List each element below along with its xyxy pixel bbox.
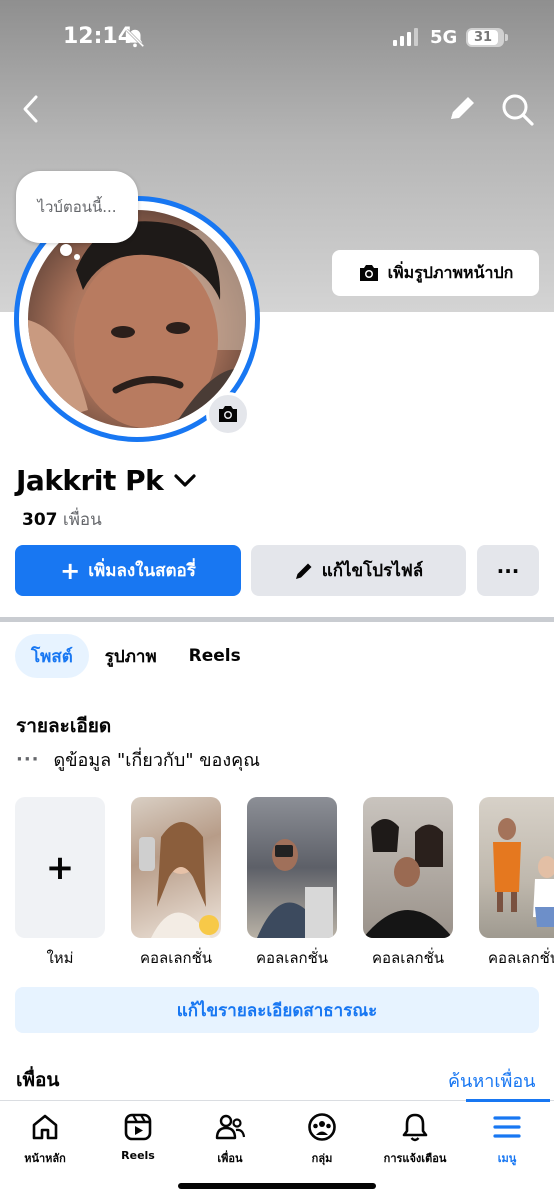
section-divider <box>0 617 554 622</box>
find-friends-link[interactable]: ค้นหาเพื่อน <box>448 1066 535 1095</box>
nav-home[interactable]: หน้าหลัก <box>0 1111 90 1167</box>
friends-count[interactable]: 307 เพื่อน <box>22 506 102 533</box>
nav-menu-label: เมนู <box>497 1152 517 1165</box>
pencil-icon <box>295 563 312 579</box>
camera-icon <box>359 265 378 281</box>
home-icon <box>32 1114 58 1140</box>
tab-photos[interactable]: รูปภาพ <box>89 634 173 678</box>
pencil-icon <box>451 97 474 119</box>
thought-bubble[interactable]: ไวบ์ตอนนี้... <box>16 171 138 243</box>
collection-thumbnail[interactable] <box>247 797 337 938</box>
nav-reels[interactable]: Reels <box>93 1111 183 1162</box>
battery-level: 31 <box>468 30 498 45</box>
collection-label: คอลเลกชั่น <box>371 949 445 967</box>
add-cover-photo-button[interactable]: เพิ่มรูปภาพหน้าปก <box>332 250 539 296</box>
friends-number: 307 <box>22 510 58 530</box>
nav-menu[interactable]: เมนู <box>462 1111 552 1167</box>
collection-thumbnail[interactable] <box>363 797 453 938</box>
nav-reels-label: Reels <box>121 1149 155 1162</box>
camera-icon <box>219 406 237 422</box>
search-button[interactable] <box>500 92 536 128</box>
friends-icon <box>215 1114 246 1140</box>
nav-friends[interactable]: เพื่อน <box>185 1111 275 1167</box>
chevron-down-icon[interactable] <box>173 473 197 489</box>
thought-bubble-dot <box>74 254 80 260</box>
about-info-text: ดูข้อมูล "เกี่ยวกับ" ของคุณ <box>53 750 260 771</box>
edit-profile-button[interactable]: แก้ไขโปรไฟล์ <box>251 545 466 596</box>
details-title: รายละเอียด <box>16 715 112 737</box>
new-collection-label: ใหม่ <box>46 949 74 967</box>
nav-groups-label: กลุ่ม <box>311 1152 333 1165</box>
new-collection-card[interactable]: + <box>15 797 105 938</box>
add-story-label: เพิ่มลงในสตอรี่ <box>88 561 196 581</box>
edit-profile-label: แก้ไขโปรไฟล์ <box>321 561 424 581</box>
collection-item[interactable]: คอลเลกชั่น <box>479 797 554 970</box>
featured-collections: + ใหม่ คอลเลกชั่น คอลเลกชั่น คอลเลกชั่น … <box>15 797 554 972</box>
tab-reels[interactable]: Reels <box>173 634 257 678</box>
nav-home-label: หน้าหลัก <box>24 1152 66 1165</box>
collection-thumbnail[interactable] <box>131 797 221 938</box>
menu-icon <box>493 1116 521 1138</box>
profile-tabs: โพสต์ รูปภาพ Reels <box>15 634 257 678</box>
collection-thumbnail[interactable] <box>479 797 554 938</box>
profile-name-row[interactable]: Jakkrit Pk <box>16 464 197 497</box>
thought-bubble-dot <box>60 244 72 256</box>
tab-posts[interactable]: โพสต์ <box>15 634 89 678</box>
bell-slash-icon <box>124 27 146 53</box>
nav-groups[interactable]: กลุ่ม <box>277 1111 367 1167</box>
cellular-signal-icon <box>393 28 418 46</box>
collection-label: คอลเลกชั่น <box>487 949 554 967</box>
collection-label: คอลเลกชั่น <box>255 949 329 967</box>
profile-name: Jakkrit Pk <box>16 464 164 497</box>
nav-friends-label: เพื่อน <box>217 1152 243 1165</box>
about-info-row[interactable]: ··· ดูข้อมูล "เกี่ยวกับ" ของคุณ <box>16 745 260 774</box>
chevron-left-icon <box>23 95 38 123</box>
add-story-button[interactable]: + เพิ่มลงในสตอรี่ <box>15 545 241 596</box>
bell-icon <box>402 1113 428 1142</box>
nav-notifications-label: การแจ้งเตือน <box>383 1152 447 1165</box>
home-indicator[interactable] <box>178 1183 376 1189</box>
more-options-button[interactable]: ··· <box>477 545 539 596</box>
search-icon <box>502 94 534 126</box>
collection-label: คอลเลกชั่น <box>139 949 213 967</box>
collection-item[interactable]: คอลเลกชั่น <box>247 797 337 970</box>
new-collection-item[interactable]: + ใหม่ <box>15 797 105 970</box>
plus-icon: + <box>45 847 75 888</box>
status-bar: 12:14 5G 31 <box>0 0 554 76</box>
battery-icon: 31 <box>466 28 508 47</box>
groups-icon <box>308 1113 336 1141</box>
network-type: 5G <box>430 27 458 48</box>
back-button[interactable] <box>18 92 48 126</box>
friends-word: เพื่อน <box>62 510 102 530</box>
collection-item[interactable]: คอลเลกชั่น <box>131 797 221 970</box>
plus-icon: + <box>60 556 81 585</box>
edit-public-details-button[interactable]: แก้ไขรายละเอียดสาธารณะ <box>15 987 539 1033</box>
more-dots-icon: ··· <box>16 749 40 770</box>
reels-icon <box>124 1113 152 1141</box>
status-time: 12:14 <box>63 24 134 49</box>
friends-section-title: เพื่อน <box>16 1069 60 1091</box>
active-tab-indicator <box>466 1099 550 1102</box>
collection-item[interactable]: คอลเลกชั่น <box>363 797 453 970</box>
add-cover-label: เพิ่มรูปภาพหน้าปก <box>387 262 514 282</box>
edit-button[interactable] <box>446 92 478 126</box>
avatar-camera-button[interactable] <box>206 392 250 436</box>
nav-notifications[interactable]: การแจ้งเตือน <box>370 1111 460 1167</box>
